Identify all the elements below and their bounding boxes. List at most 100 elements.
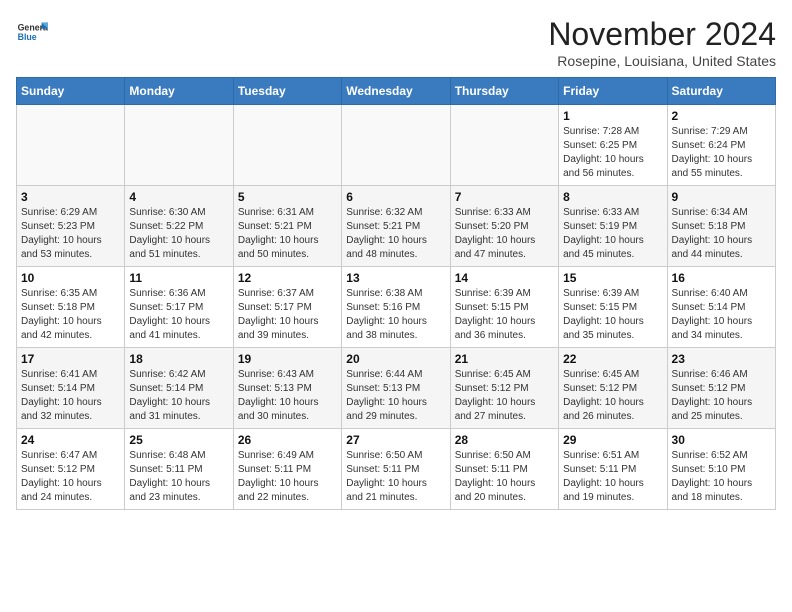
day-number: 28	[455, 433, 554, 447]
calendar-header-wednesday: Wednesday	[342, 78, 450, 105]
calendar-cell: 28 Sunrise: 6:50 AM Sunset: 5:11 PM Dayli…	[450, 429, 558, 510]
calendar-week-1: 1 Sunrise: 7:28 AM Sunset: 6:25 PM Daylig…	[17, 105, 776, 186]
calendar-cell: 17Sunrise: 6:41 AM Sunset: 5:14 PM Dayli…	[17, 348, 125, 429]
calendar-cell: 29 Sunrise: 6:51 AM Sunset: 5:11 PM Dayli…	[559, 429, 667, 510]
day-number: 20	[346, 352, 445, 366]
calendar-table: SundayMondayTuesdayWednesdayThursdayFrid…	[16, 77, 776, 510]
calendar-header-saturday: Saturday	[667, 78, 775, 105]
day-info: Sunrise: 6:39 AM Sunset: 5:15 PM Dayligh…	[455, 287, 554, 343]
day-info: Sunrise: 6:35 AM Sunset: 5:18 PM Dayligh…	[21, 287, 120, 343]
day-info: Sunrise: 6:33 AM Sunset: 5:19 PM Dayligh…	[563, 206, 662, 262]
day-number: 10	[21, 271, 120, 285]
day-number: 18	[129, 352, 228, 366]
day-info: Sunrise: 6:31 AM Sunset: 5:21 PM Dayligh…	[238, 206, 337, 262]
calendar-week-2: 3 Sunrise: 6:29 AM Sunset: 5:23 PM Daylig…	[17, 186, 776, 267]
day-info: Sunrise: 6:30 AM Sunset: 5:22 PM Dayligh…	[129, 206, 228, 262]
calendar-week-5: 24Sunrise: 6:47 AM Sunset: 5:12 PM Dayli…	[17, 429, 776, 510]
day-info: Sunrise: 7:28 AM Sunset: 6:25 PM Dayligh…	[563, 125, 662, 181]
calendar-header-sunday: Sunday	[17, 78, 125, 105]
day-info: Sunrise: 6:32 AM Sunset: 5:21 PM Dayligh…	[346, 206, 445, 262]
day-number: 5	[238, 190, 337, 204]
day-info: Sunrise: 6:49 AM Sunset: 5:11 PM Dayligh…	[238, 449, 337, 505]
day-info: Sunrise: 6:52 AM Sunset: 5:10 PM Dayligh…	[672, 449, 771, 505]
calendar-cell: 26 Sunrise: 6:49 AM Sunset: 5:11 PM Dayli…	[233, 429, 341, 510]
calendar-cell	[233, 105, 341, 186]
day-number: 3	[21, 190, 120, 204]
page-header: General Blue November 2024 Rosepine, Lou…	[16, 16, 776, 69]
logo-icon: General Blue	[16, 16, 48, 48]
day-number: 26	[238, 433, 337, 447]
day-info: Sunrise: 6:45 AM Sunset: 5:12 PM Dayligh…	[455, 368, 554, 424]
day-info: Sunrise: 6:29 AM Sunset: 5:23 PM Dayligh…	[21, 206, 120, 262]
calendar-cell: 10 Sunrise: 6:35 AM Sunset: 5:18 PM Dayli…	[17, 267, 125, 348]
day-info: Sunrise: 7:29 AM Sunset: 6:24 PM Dayligh…	[672, 125, 771, 181]
calendar-header-thursday: Thursday	[450, 78, 558, 105]
calendar-cell: 18 Sunrise: 6:42 AM Sunset: 5:14 PM Dayli…	[125, 348, 233, 429]
logo: General Blue	[16, 16, 48, 48]
day-number: 24	[21, 433, 120, 447]
calendar-cell: 4 Sunrise: 6:30 AM Sunset: 5:22 PM Daylig…	[125, 186, 233, 267]
calendar-cell: 21Sunrise: 6:45 AM Sunset: 5:12 PM Dayli…	[450, 348, 558, 429]
calendar-cell: 15 Sunrise: 6:39 AM Sunset: 5:15 PM Dayli…	[559, 267, 667, 348]
day-number: 12	[238, 271, 337, 285]
calendar-cell	[17, 105, 125, 186]
day-number: 27	[346, 433, 445, 447]
day-info: Sunrise: 6:36 AM Sunset: 5:17 PM Dayligh…	[129, 287, 228, 343]
calendar-week-3: 10 Sunrise: 6:35 AM Sunset: 5:18 PM Dayli…	[17, 267, 776, 348]
calendar-cell: 12 Sunrise: 6:37 AM Sunset: 5:17 PM Dayli…	[233, 267, 341, 348]
calendar-cell: 1 Sunrise: 7:28 AM Sunset: 6:25 PM Daylig…	[559, 105, 667, 186]
calendar-cell: 16Sunrise: 6:40 AM Sunset: 5:14 PM Dayli…	[667, 267, 775, 348]
day-number: 25	[129, 433, 228, 447]
day-info: Sunrise: 6:34 AM Sunset: 5:18 PM Dayligh…	[672, 206, 771, 262]
calendar-header-friday: Friday	[559, 78, 667, 105]
calendar-cell	[450, 105, 558, 186]
calendar-week-4: 17Sunrise: 6:41 AM Sunset: 5:14 PM Dayli…	[17, 348, 776, 429]
day-number: 17	[21, 352, 120, 366]
day-number: 22	[563, 352, 662, 366]
calendar-cell: 3 Sunrise: 6:29 AM Sunset: 5:23 PM Daylig…	[17, 186, 125, 267]
calendar-cell: 6 Sunrise: 6:32 AM Sunset: 5:21 PM Daylig…	[342, 186, 450, 267]
day-info: Sunrise: 6:51 AM Sunset: 5:11 PM Dayligh…	[563, 449, 662, 505]
day-number: 8	[563, 190, 662, 204]
calendar-cell: 22Sunrise: 6:45 AM Sunset: 5:12 PM Dayli…	[559, 348, 667, 429]
month-title: November 2024	[548, 16, 776, 53]
day-number: 6	[346, 190, 445, 204]
day-number: 1	[563, 109, 662, 123]
day-number: 15	[563, 271, 662, 285]
day-info: Sunrise: 6:39 AM Sunset: 5:15 PM Dayligh…	[563, 287, 662, 343]
calendar-cell: 5 Sunrise: 6:31 AM Sunset: 5:21 PM Daylig…	[233, 186, 341, 267]
day-number: 9	[672, 190, 771, 204]
calendar-cell: 9 Sunrise: 6:34 AM Sunset: 5:18 PM Daylig…	[667, 186, 775, 267]
calendar-cell: 27 Sunrise: 6:50 AM Sunset: 5:11 PM Dayli…	[342, 429, 450, 510]
day-info: Sunrise: 6:44 AM Sunset: 5:13 PM Dayligh…	[346, 368, 445, 424]
calendar-header-monday: Monday	[125, 78, 233, 105]
calendar-cell: 25Sunrise: 6:48 AM Sunset: 5:11 PM Dayli…	[125, 429, 233, 510]
svg-text:Blue: Blue	[18, 32, 37, 42]
day-number: 4	[129, 190, 228, 204]
calendar-cell: 13 Sunrise: 6:38 AM Sunset: 5:16 PM Dayli…	[342, 267, 450, 348]
day-number: 23	[672, 352, 771, 366]
day-info: Sunrise: 6:40 AM Sunset: 5:14 PM Dayligh…	[672, 287, 771, 343]
day-number: 2	[672, 109, 771, 123]
day-number: 13	[346, 271, 445, 285]
day-info: Sunrise: 6:33 AM Sunset: 5:20 PM Dayligh…	[455, 206, 554, 262]
calendar-cell: 11 Sunrise: 6:36 AM Sunset: 5:17 PM Dayli…	[125, 267, 233, 348]
calendar-cell: 14Sunrise: 6:39 AM Sunset: 5:15 PM Dayli…	[450, 267, 558, 348]
day-info: Sunrise: 6:37 AM Sunset: 5:17 PM Dayligh…	[238, 287, 337, 343]
day-info: Sunrise: 6:38 AM Sunset: 5:16 PM Dayligh…	[346, 287, 445, 343]
day-info: Sunrise: 6:50 AM Sunset: 5:11 PM Dayligh…	[455, 449, 554, 505]
calendar-cell: 2 Sunrise: 7:29 AM Sunset: 6:24 PM Daylig…	[667, 105, 775, 186]
calendar-cell: 24Sunrise: 6:47 AM Sunset: 5:12 PM Dayli…	[17, 429, 125, 510]
day-info: Sunrise: 6:50 AM Sunset: 5:11 PM Dayligh…	[346, 449, 445, 505]
day-info: Sunrise: 6:42 AM Sunset: 5:14 PM Dayligh…	[129, 368, 228, 424]
calendar-cell: 7 Sunrise: 6:33 AM Sunset: 5:20 PM Daylig…	[450, 186, 558, 267]
day-number: 29	[563, 433, 662, 447]
day-number: 11	[129, 271, 228, 285]
calendar-cell: 23Sunrise: 6:46 AM Sunset: 5:12 PM Dayli…	[667, 348, 775, 429]
day-number: 19	[238, 352, 337, 366]
calendar-cell	[342, 105, 450, 186]
title-block: November 2024 Rosepine, Louisiana, Unite…	[548, 16, 776, 69]
calendar-cell	[125, 105, 233, 186]
day-number: 7	[455, 190, 554, 204]
calendar-cell: 19Sunrise: 6:43 AM Sunset: 5:13 PM Dayli…	[233, 348, 341, 429]
